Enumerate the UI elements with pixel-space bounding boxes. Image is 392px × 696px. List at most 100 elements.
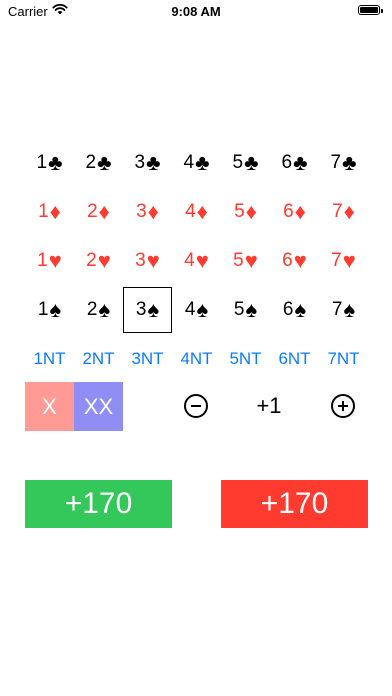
clubs-icon: ♣	[244, 149, 259, 175]
bid-6-hearts[interactable]: 6 ♥	[270, 238, 319, 284]
bid-5nt[interactable]: 5NT	[221, 336, 270, 382]
spades-icon: ♠	[343, 296, 356, 322]
contract-row-spades: 1 ♠ 2 ♠ 3 ♠ 4 ♠ 5 ♠ 6 ♠ 7 ♠	[25, 285, 370, 334]
contract-row-hearts: 1 ♥ 2 ♥ 3 ♥ 4 ♥ 5 ♥ 6 ♥ 7 ♥	[25, 236, 370, 285]
bid-level: 7	[331, 298, 343, 320]
bid-3-diamonds[interactable]: 3 ♦	[123, 189, 172, 235]
bid-level: 5	[234, 200, 245, 222]
spades-icon: ♠	[196, 296, 209, 322]
bid-level: 1	[38, 200, 49, 222]
clubs-icon: ♣	[146, 149, 161, 175]
defender-score-button[interactable]: +170	[221, 480, 368, 528]
bid-1-clubs[interactable]: 1 ♣	[25, 140, 74, 186]
bid-4-spades[interactable]: 4 ♠	[172, 287, 221, 333]
overtricks-value: +1	[256, 393, 282, 418]
status-bar: Carrier 9:08 AM	[0, 0, 392, 22]
bid-3-spades[interactable]: 3 ♠	[123, 286, 172, 333]
bid-level: 6	[281, 151, 293, 173]
clock: 9:08 AM	[171, 4, 221, 19]
bid-2-clubs[interactable]: 2 ♣	[74, 140, 123, 186]
diamonds-icon: ♦	[49, 198, 61, 224]
bid-6nt[interactable]: 6NT	[270, 336, 319, 382]
hearts-icon: ♥	[342, 247, 356, 273]
contract-row-diamonds: 1 ♦ 2 ♦ 3 ♦ 4 ♦ 5 ♦ 6 ♦ 7 ♦	[25, 187, 370, 236]
hearts-icon: ♥	[293, 247, 307, 273]
spades-icon: ♠	[245, 296, 258, 322]
bid-6-clubs[interactable]: 6 ♣	[270, 140, 319, 186]
bid-level: 5	[233, 298, 245, 320]
bid-7nt[interactable]: 7NT	[319, 336, 368, 382]
bid-7-spades[interactable]: 7 ♠	[319, 287, 368, 333]
bid-level: 4	[184, 249, 195, 271]
bid-7-diamonds[interactable]: 7 ♦	[319, 189, 368, 235]
spades-icon: ♠	[294, 296, 307, 322]
clubs-icon: ♣	[48, 149, 63, 175]
bid-level: 7	[331, 249, 342, 271]
bid-5-clubs[interactable]: 5 ♣	[221, 140, 270, 186]
bid-level: 7	[332, 200, 343, 222]
clubs-icon: ♣	[195, 149, 210, 175]
bid-5-diamonds[interactable]: 5 ♦	[221, 189, 270, 235]
bid-level: 4	[183, 151, 195, 173]
bid-4nt[interactable]: 4NT	[172, 336, 221, 382]
bid-level: 5	[232, 151, 244, 173]
decrement-button[interactable]	[184, 394, 208, 418]
diamonds-icon: ♦	[294, 198, 306, 224]
bid-level: 3	[134, 151, 146, 173]
bid-5-spades[interactable]: 5 ♠	[221, 287, 270, 333]
bid-level: 7	[330, 151, 342, 173]
bid-level: 2	[87, 200, 98, 222]
clubs-icon: ♣	[97, 149, 112, 175]
bid-level: 1	[36, 151, 48, 173]
bid-4-hearts[interactable]: 4 ♥	[172, 238, 221, 284]
bid-7-hearts[interactable]: 7 ♥	[319, 238, 368, 284]
bid-level: 2	[85, 151, 97, 173]
hearts-icon: ♥	[146, 247, 160, 273]
bid-3-clubs[interactable]: 3 ♣	[123, 140, 172, 186]
hearts-icon: ♥	[244, 247, 258, 273]
bid-level: 3	[136, 200, 147, 222]
diamonds-icon: ♦	[147, 198, 159, 224]
bid-3nt[interactable]: 3NT	[123, 336, 172, 382]
hearts-icon: ♥	[48, 247, 62, 273]
redouble-button[interactable]: XX	[74, 382, 123, 431]
bid-level: 5	[233, 249, 244, 271]
clubs-icon: ♣	[342, 149, 357, 175]
spades-icon: ♠	[98, 296, 111, 322]
bid-4-diamonds[interactable]: 4 ♦	[172, 189, 221, 235]
bid-2-diamonds[interactable]: 2 ♦	[74, 189, 123, 235]
double-button[interactable]: X	[25, 382, 74, 431]
minus-icon	[191, 405, 201, 407]
bid-3-hearts[interactable]: 3 ♥	[123, 238, 172, 284]
clubs-icon: ♣	[293, 149, 308, 175]
bid-level: 6	[283, 200, 294, 222]
bid-1-diamonds[interactable]: 1 ♦	[25, 189, 74, 235]
bid-5-hearts[interactable]: 5 ♥	[221, 238, 270, 284]
spades-icon: ♠	[147, 296, 160, 322]
declarer-score-button[interactable]: +170	[25, 480, 172, 528]
bid-1-hearts[interactable]: 1 ♥	[25, 238, 74, 284]
increment-button[interactable]	[331, 394, 355, 418]
diamonds-icon: ♦	[343, 198, 355, 224]
contract-row-notrump: 1NT 2NT 3NT 4NT 5NT 6NT 7NT	[25, 334, 370, 383]
bid-6-spades[interactable]: 6 ♠	[270, 287, 319, 333]
bid-7-clubs[interactable]: 7 ♣	[319, 140, 368, 186]
bid-level: 1	[37, 249, 48, 271]
bid-2-hearts[interactable]: 2 ♥	[74, 238, 123, 284]
contract-grid: 1 ♣ 2 ♣ 3 ♣ 4 ♣ 5 ♣ 6 ♣ 7 ♣ 1 ♦ 2 ♦ 3 ♦ 4 ♦ 5 ♦ 6 ♦ 7 ♦ 1 ♥ 2 ♥ 3 ♥ 4 ♥ 5 ♥ 6 ♥…	[25, 138, 370, 383]
contract-row-clubs: 1 ♣ 2 ♣ 3 ♣ 4 ♣ 5 ♣ 6 ♣ 7 ♣	[25, 138, 370, 187]
bid-1-spades[interactable]: 1 ♠	[25, 287, 74, 333]
bid-level: 6	[282, 249, 293, 271]
bid-6-diamonds[interactable]: 6 ♦	[270, 189, 319, 235]
bid-level: 3	[135, 249, 146, 271]
diamonds-icon: ♦	[245, 198, 257, 224]
bid-2-spades[interactable]: 2 ♠	[74, 287, 123, 333]
bid-4-clubs[interactable]: 4 ♣	[172, 140, 221, 186]
bid-level: 4	[184, 298, 196, 320]
bid-2nt[interactable]: 2NT	[74, 336, 123, 382]
bid-level: 6	[282, 298, 294, 320]
spades-icon: ♠	[49, 296, 62, 322]
bid-1nt[interactable]: 1NT	[25, 336, 74, 382]
battery-icon	[358, 5, 383, 15]
bid-level: 4	[185, 200, 196, 222]
